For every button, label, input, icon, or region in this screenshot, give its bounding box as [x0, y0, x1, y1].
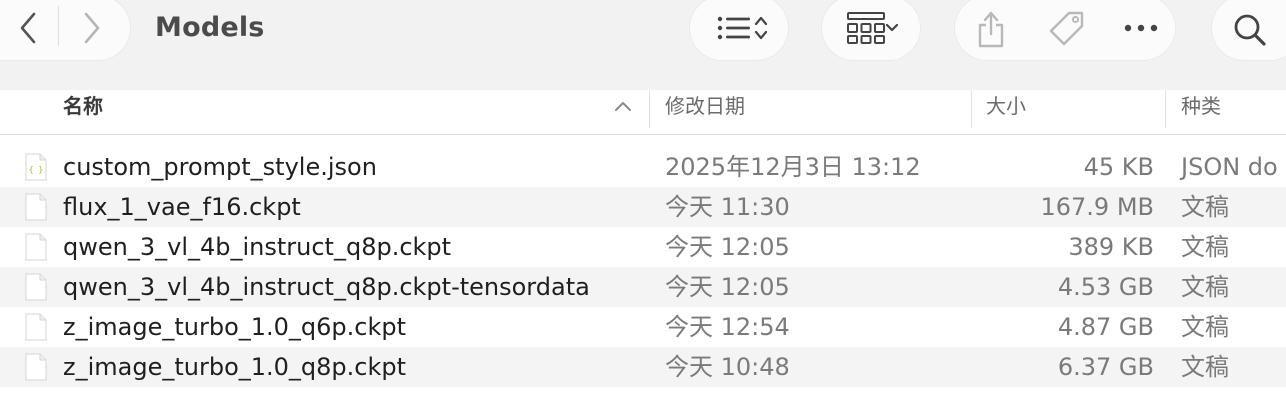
- tag-button[interactable]: [1045, 8, 1089, 50]
- tag-icon: [1049, 11, 1084, 46]
- file-name: flux_1_vae_f16.ckpt: [63, 193, 301, 221]
- file-kind: 文稿: [1181, 273, 1229, 301]
- sort-updown-icon: [754, 16, 768, 40]
- file-row[interactable]: flux_1_vae_f16.ckpt 今天 11:30 167.9 MB 文稿: [0, 187, 1286, 227]
- file-size: 45 KB: [1083, 153, 1154, 181]
- file-date: 2025年12月3日 13:12: [665, 153, 921, 181]
- column-header-row: 名称 修改日期 大小 种类: [0, 90, 1286, 135]
- chevron-down-icon: [885, 23, 899, 32]
- chevron-left-icon: [20, 12, 36, 44]
- column-header-kind[interactable]: 种类: [1181, 90, 1221, 134]
- column-header-name[interactable]: 名称: [63, 90, 103, 134]
- file-kind: JSON do: [1181, 153, 1278, 181]
- group-options-group: [822, 0, 920, 60]
- list-view-button[interactable]: [706, 10, 778, 46]
- file-name: qwen_3_vl_4b_instruct_q8p.ckpt-tensordat…: [63, 273, 590, 301]
- json-file-icon: { }: [25, 153, 47, 181]
- file-size: 167.9 MB: [1040, 193, 1154, 221]
- view-options-group: [690, 0, 788, 60]
- sort-ascending-icon[interactable]: [614, 99, 632, 113]
- more-icon: [1124, 24, 1158, 32]
- share-icon: [978, 11, 1004, 48]
- column-separator[interactable]: [1165, 90, 1166, 128]
- more-button[interactable]: [1121, 10, 1161, 46]
- file-kind: 文稿: [1181, 193, 1229, 221]
- file-row[interactable]: qwen_3_vl_4b_instruct_q8p.ckpt 今天 12:05 …: [0, 227, 1286, 267]
- file-kind: 文稿: [1181, 233, 1229, 261]
- file-row[interactable]: z_image_turbo_1.0_q8p.ckpt 今天 10:48 6.37…: [0, 347, 1286, 387]
- back-button[interactable]: [10, 10, 46, 46]
- document-icon: [25, 193, 47, 221]
- grid-view-icon: [847, 12, 885, 44]
- column-separator[interactable]: [649, 90, 650, 128]
- action-group: [955, 0, 1175, 60]
- svg-text:{ }: { }: [29, 165, 43, 174]
- file-row[interactable]: z_image_turbo_1.0_q6p.ckpt 今天 12:54 4.87…: [0, 307, 1286, 347]
- file-size: 4.87 GB: [1057, 313, 1154, 341]
- file-name: custom_prompt_style.json: [63, 153, 377, 181]
- document-icon: [25, 353, 47, 381]
- column-separator[interactable]: [971, 90, 972, 128]
- share-button[interactable]: [971, 8, 1011, 50]
- file-name: z_image_turbo_1.0_q8p.ckpt: [63, 353, 407, 381]
- file-size: 4.53 GB: [1057, 273, 1154, 301]
- document-icon: [25, 313, 47, 341]
- file-row[interactable]: { } custom_prompt_style.json 2025年12月3日 …: [0, 147, 1286, 187]
- file-name: z_image_turbo_1.0_q6p.ckpt: [63, 313, 407, 341]
- search-group: [1212, 0, 1286, 60]
- file-date: 今天 12:54: [665, 313, 790, 341]
- file-kind: 文稿: [1181, 353, 1229, 381]
- file-date: 今天 11:30: [665, 193, 790, 221]
- file-name: qwen_3_vl_4b_instruct_q8p.ckpt: [63, 233, 452, 261]
- list-view-icon: [717, 16, 750, 40]
- column-header-date[interactable]: 修改日期: [665, 90, 745, 134]
- file-list: { } custom_prompt_style.json 2025年12月3日 …: [0, 147, 1286, 387]
- column-header-size[interactable]: 大小: [986, 90, 1026, 134]
- nav-divider: [58, 6, 59, 46]
- file-kind: 文稿: [1181, 313, 1229, 341]
- file-size: 389 KB: [1068, 233, 1154, 261]
- file-size: 6.37 GB: [1057, 353, 1154, 381]
- file-date: 今天 10:48: [665, 353, 790, 381]
- navigation-group: [0, 0, 130, 60]
- file-date: 今天 12:05: [665, 273, 790, 301]
- file-date: 今天 12:05: [665, 233, 790, 261]
- window-title: Models: [155, 12, 265, 43]
- grid-view-button[interactable]: [838, 10, 908, 46]
- toolbar: Models: [0, 0, 1286, 90]
- document-icon: [25, 233, 47, 261]
- search-button[interactable]: [1230, 10, 1270, 50]
- forward-button[interactable]: [74, 10, 110, 46]
- search-icon: [1234, 14, 1266, 46]
- file-row[interactable]: qwen_3_vl_4b_instruct_q8p.ckpt-tensordat…: [0, 267, 1286, 307]
- chevron-right-icon: [84, 12, 100, 44]
- document-icon: [25, 273, 47, 301]
